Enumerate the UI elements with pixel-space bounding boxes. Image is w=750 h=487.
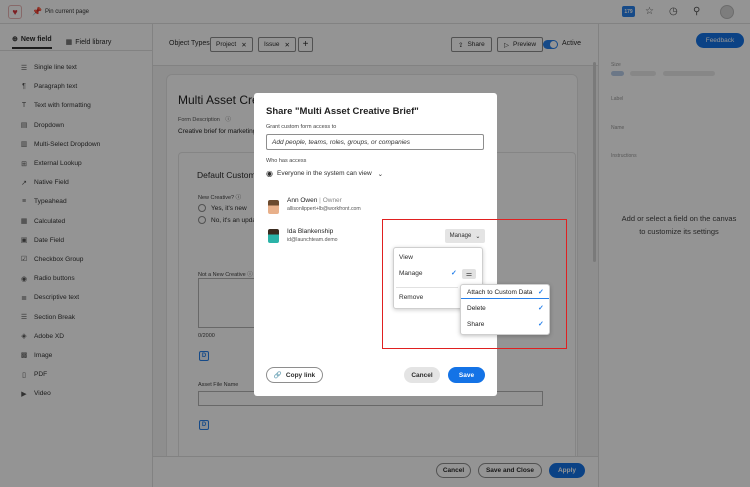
user-avatar xyxy=(268,200,279,214)
chevron-down-icon: ⌄ xyxy=(377,170,384,178)
link-icon: 🔗 xyxy=(273,372,282,379)
share-search-input[interactable]: Add people, teams, roles, groups, or com… xyxy=(266,134,484,150)
user-row-ida-blankenship: Ida Blankenship id@launchteam.demo xyxy=(287,228,338,243)
dialog-cancel-button[interactable]: Cancel xyxy=(404,367,440,383)
copy-link-button[interactable]: 🔗 Copy link xyxy=(266,367,323,383)
dialog-save-button[interactable]: Save xyxy=(448,367,485,383)
dialog-title: Share "Multi Asset Creative Brief" xyxy=(266,106,419,117)
everyone-access-dropdown[interactable]: ◉ Everyone in the system can view ⌄ xyxy=(266,169,383,178)
user-avatar xyxy=(268,229,279,243)
highlight-annotation-box xyxy=(382,219,567,349)
grant-access-label: Grant custom form access to xyxy=(266,124,337,130)
who-has-access-label: Who has access xyxy=(266,158,307,164)
user-row-ann-owen: Ann Owen | Owner allisonlippert+lb@workf… xyxy=(287,197,361,212)
globe-icon: ◉ xyxy=(266,169,273,178)
